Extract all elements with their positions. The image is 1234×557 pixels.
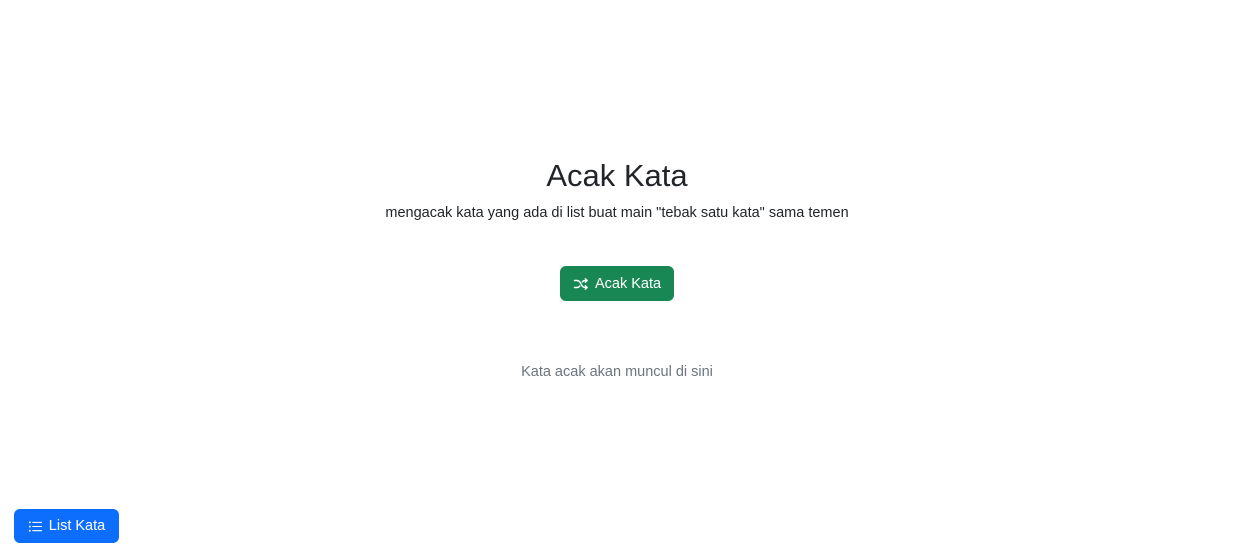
shuffle-words-label: Acak Kata [594,275,662,292]
list-icon [28,519,43,534]
word-list-button[interactable]: List Kata [14,509,119,543]
page-subtitle: mengacak kata yang ada di list buat main… [385,205,849,221]
page-title: Acak Kata [546,158,688,193]
shuffle-words-button[interactable]: Acak Kata [560,266,674,301]
word-list-label: List Kata [48,518,106,534]
page: Acak Kata mengacak kata yang ada di list… [0,0,1234,557]
shuffle-icon [573,276,589,292]
random-word-result: Kata acak akan muncul di sini [521,364,713,380]
